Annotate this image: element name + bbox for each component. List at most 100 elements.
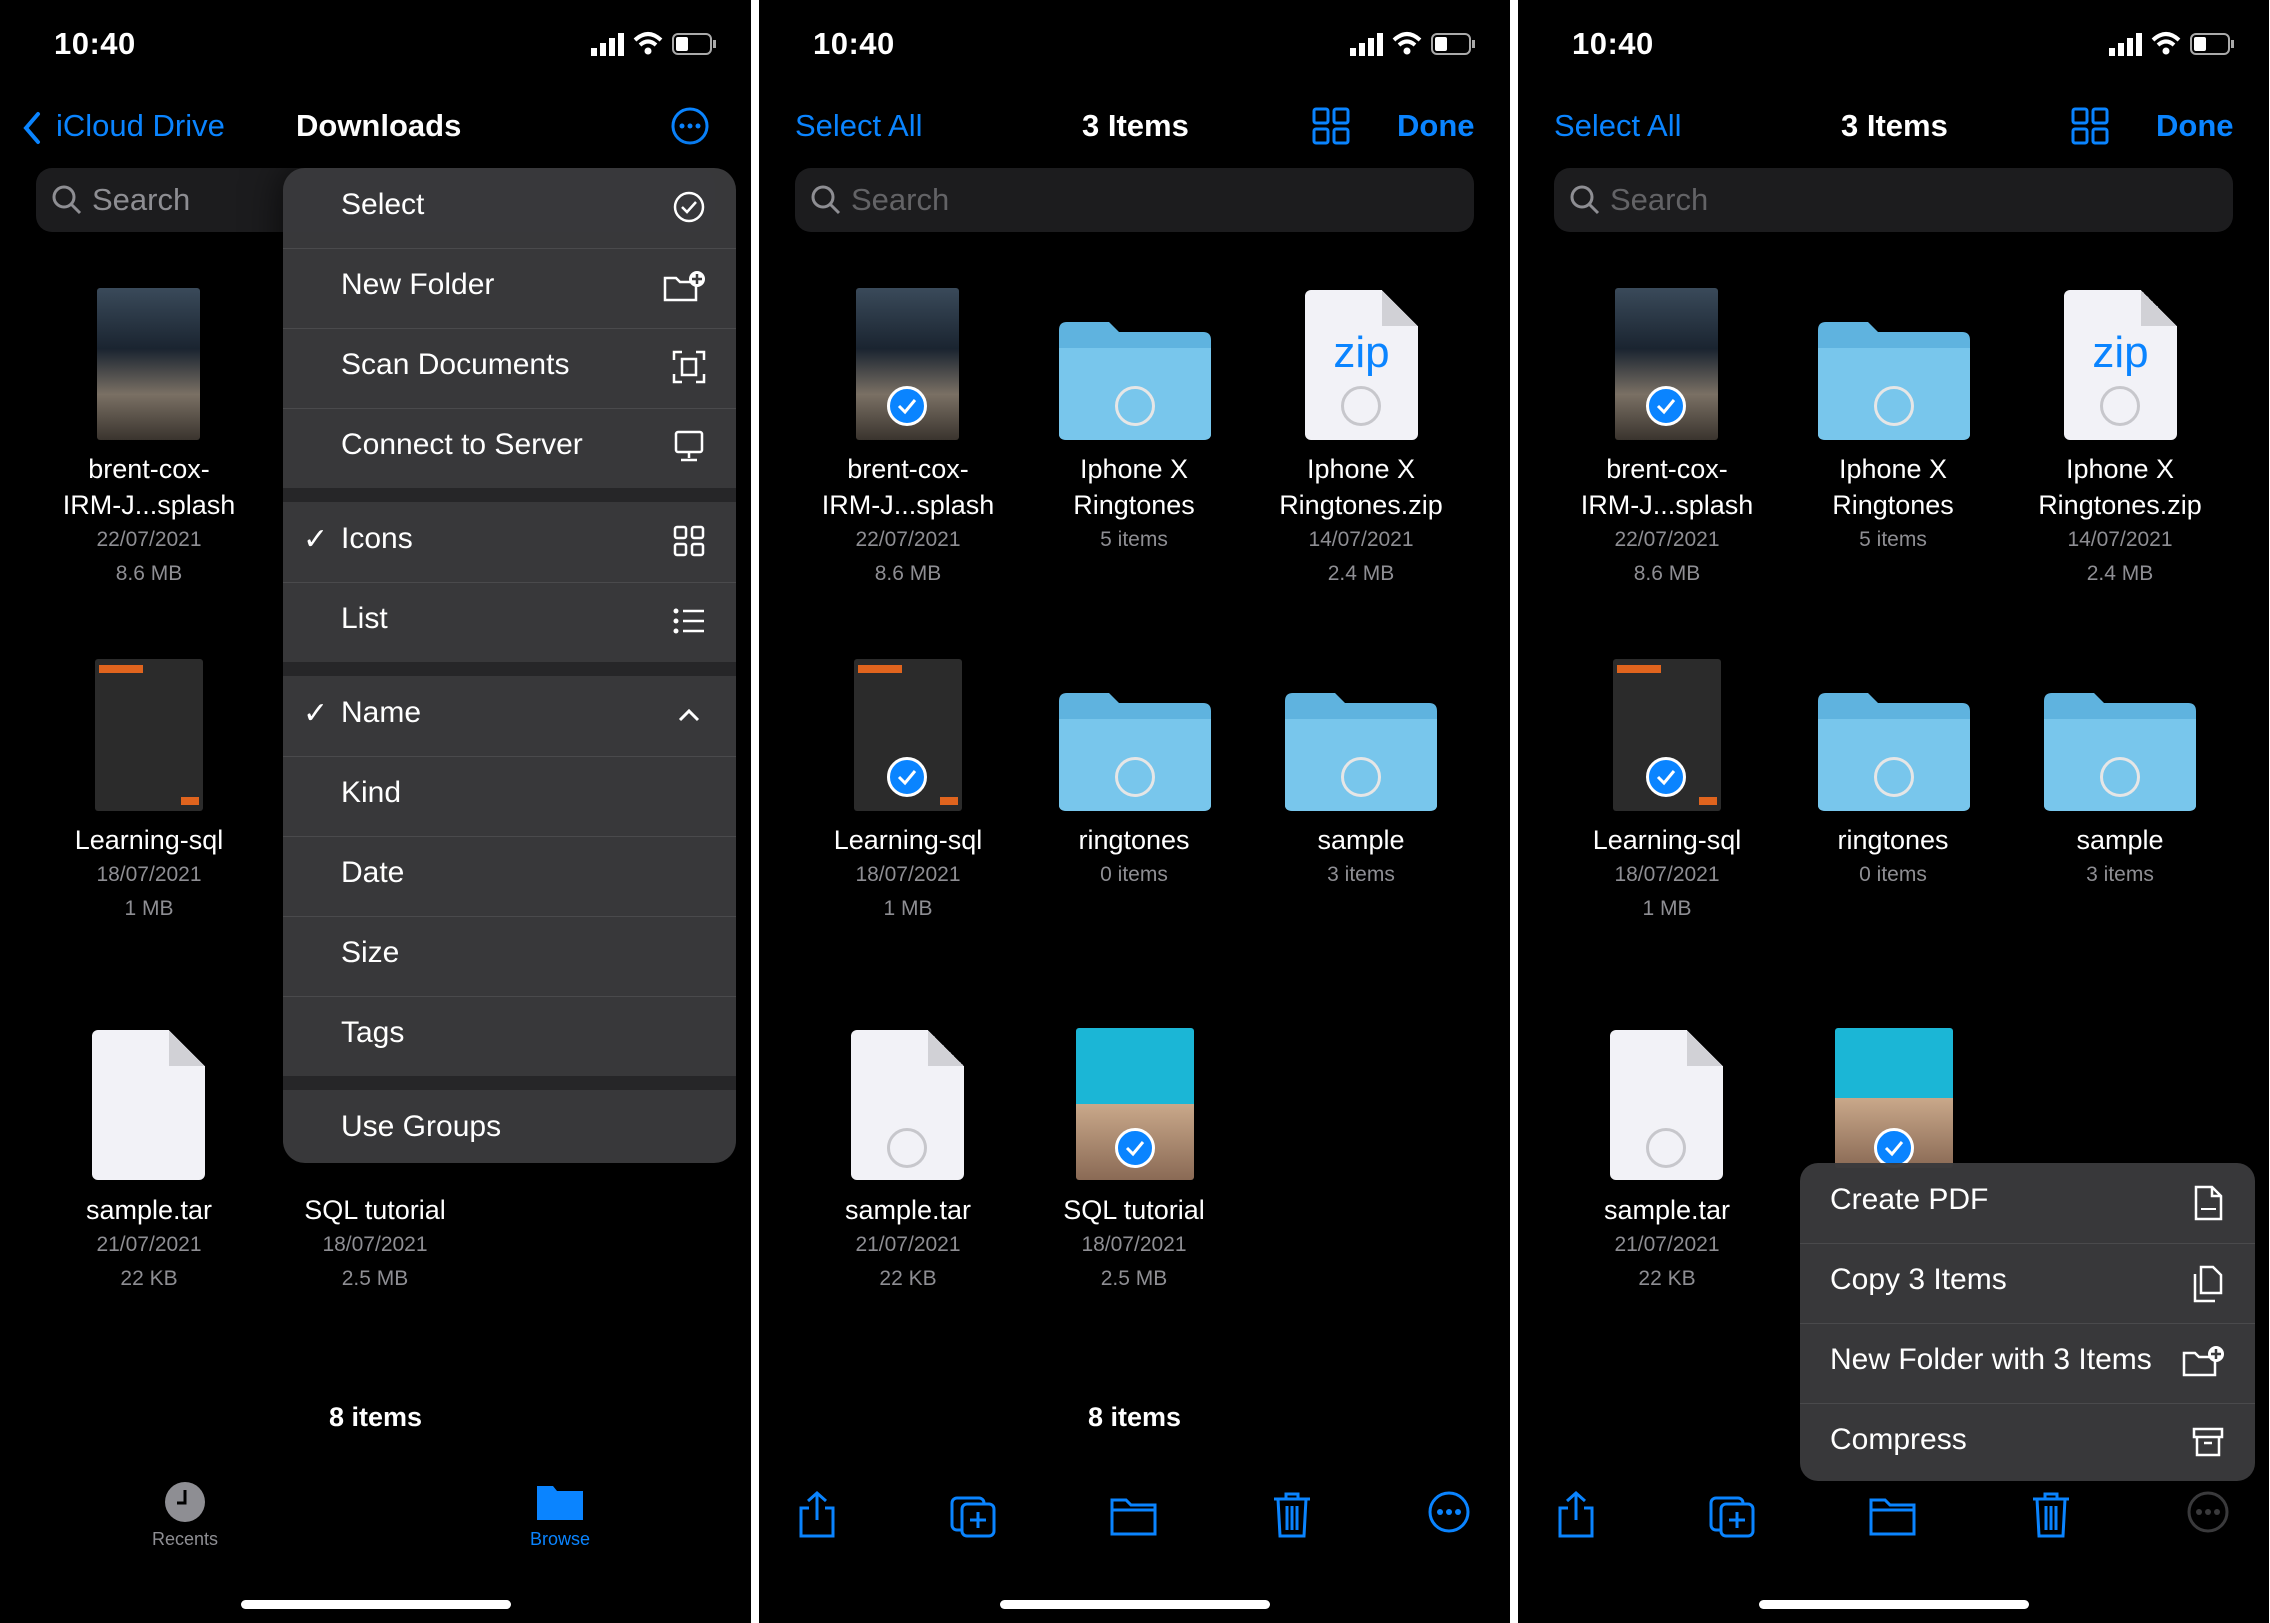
file-thumbnail-photo[interactable]: [97, 288, 200, 440]
menu-separator: [283, 662, 736, 676]
tab-recents[interactable]: Recents: [130, 1480, 240, 1550]
file-name: SQL tutorial: [1063, 1195, 1205, 1225]
duplicate-icon[interactable]: [1708, 1490, 1758, 1540]
file-date: 22/07/2021: [96, 528, 202, 551]
menu-item-create-pdf[interactable]: Create PDF: [1800, 1163, 2255, 1244]
folder-item-count: 0 items: [1859, 863, 1927, 886]
file-name: Iphone X: [1079, 454, 1189, 484]
file-date: 21/07/2021: [855, 1233, 961, 1256]
selected-checkmark[interactable]: [887, 386, 927, 426]
file-name: Ringtones.zip: [2038, 490, 2202, 520]
checkmark-circle-icon: [673, 191, 705, 223]
selected-checkmark[interactable]: [1646, 386, 1686, 426]
file-name: brent-cox-: [88, 454, 210, 484]
menu-item-new-folder-with-items[interactable]: New Folder with 3 Items: [1800, 1323, 2255, 1404]
selection-circle[interactable]: [2100, 757, 2140, 797]
menu-checkmark: ✓: [303, 697, 329, 730]
selection-circle[interactable]: [887, 1128, 927, 1168]
file-size: 2.5 MB: [341, 1267, 409, 1290]
done-button[interactable]: Done: [1397, 108, 1475, 144]
new-folder-icon: [663, 271, 705, 302]
tab-label: Recents: [151, 1529, 219, 1549]
more-options-icon[interactable]: [2186, 1490, 2230, 1534]
menu-item-sort-tags[interactable]: Tags: [283, 996, 736, 1076]
more-options-icon[interactable]: [670, 106, 710, 146]
grid-view-icon[interactable]: [2070, 106, 2110, 146]
menu-item-label: Tags: [341, 1016, 405, 1049]
selection-context-menu: Create PDF Copy 3 Items New Folder with …: [1800, 1163, 2255, 1481]
page-title: Downloads: [296, 108, 462, 143]
menu-checkmark: ✓: [303, 523, 329, 556]
menu-item-connect-to-server[interactable]: Connect to Server: [283, 408, 736, 489]
selection-circle[interactable]: [1115, 386, 1155, 426]
selection-circle[interactable]: [1115, 757, 1155, 797]
file-name: IRM-J...splash: [62, 490, 236, 520]
folder-item-count: 3 items: [1327, 863, 1395, 886]
menu-item-sort-kind[interactable]: Kind: [283, 756, 736, 837]
file-size: 22 KB: [1638, 1267, 1696, 1290]
done-button[interactable]: Done: [2156, 108, 2234, 144]
menu-item-label: Select: [341, 188, 425, 221]
share-icon[interactable]: [1555, 1490, 1597, 1540]
trash-icon[interactable]: [1271, 1490, 1313, 1540]
file-size: 1 MB: [883, 897, 933, 920]
more-options-icon[interactable]: [1427, 1490, 1471, 1534]
zip-label: zip: [2092, 328, 2149, 377]
duplicate-icon[interactable]: [949, 1490, 999, 1540]
tab-browse[interactable]: Browse: [505, 1480, 615, 1550]
back-button-icloud-drive[interactable]: iCloud Drive: [56, 108, 225, 144]
selection-circle[interactable]: [1874, 757, 1914, 797]
menu-item-scan-documents[interactable]: Scan Documents: [283, 328, 736, 409]
move-folder-icon[interactable]: [1868, 1490, 1918, 1540]
selected-checkmark[interactable]: [1646, 757, 1686, 797]
status-icons: [1350, 32, 1475, 56]
select-all-button[interactable]: Select All: [795, 108, 923, 144]
file-name: sample.tar: [1603, 1195, 1731, 1225]
menu-item-use-groups[interactable]: Use Groups: [283, 1090, 736, 1163]
selected-checkmark[interactable]: [1115, 1128, 1155, 1168]
trash-icon[interactable]: [2030, 1490, 2072, 1540]
file-thumbnail-book[interactable]: [95, 659, 203, 811]
chevron-up-icon: [678, 708, 700, 722]
menu-item-label: Use Groups: [341, 1110, 502, 1143]
status-time: 10:40: [1572, 26, 1654, 61]
file-name: Ringtones: [1832, 490, 1954, 520]
menu-item-label: Name: [341, 696, 422, 729]
menu-item-copy-items[interactable]: Copy 3 Items: [1800, 1243, 2255, 1324]
grid-view-icon[interactable]: [1311, 106, 1351, 146]
item-count: 8 items: [1087, 1402, 1182, 1432]
file-name: Learning-sql: [74, 825, 224, 855]
file-date: 21/07/2021: [1614, 1233, 1720, 1256]
file-date: 22/07/2021: [1614, 528, 1720, 551]
file-size: 1 MB: [1642, 897, 1692, 920]
selected-checkmark[interactable]: [1874, 1128, 1914, 1168]
selection-circle[interactable]: [1874, 386, 1914, 426]
menu-item-sort-name[interactable]: ✓ Name: [283, 676, 736, 757]
share-icon[interactable]: [796, 1490, 838, 1540]
menu-item-sort-date[interactable]: Date: [283, 836, 736, 917]
file-thumbnail-document[interactable]: [92, 1030, 205, 1180]
selection-circle[interactable]: [2100, 386, 2140, 426]
status-icons: [2109, 32, 2234, 56]
menu-item-list[interactable]: List: [283, 582, 736, 663]
move-folder-icon[interactable]: [1109, 1490, 1159, 1540]
menu-item-new-folder[interactable]: New Folder: [283, 248, 736, 329]
menu-item-icons[interactable]: ✓ Icons: [283, 502, 736, 583]
menu-item-compress[interactable]: Compress: [1800, 1403, 2255, 1481]
folder-icon: [537, 1486, 583, 1520]
selected-checkmark[interactable]: [887, 757, 927, 797]
home-indicator: [1759, 1600, 2029, 1609]
back-chevron-icon[interactable]: [20, 110, 44, 146]
menu-item-sort-size[interactable]: Size: [283, 916, 736, 997]
search-icon: [1570, 185, 1600, 215]
clock-icon: [165, 1482, 205, 1522]
search-field[interactable]: Search: [795, 168, 1474, 232]
file-name: Iphone X: [1838, 454, 1948, 484]
selection-circle[interactable]: [1646, 1128, 1686, 1168]
selection-circle[interactable]: [1341, 386, 1381, 426]
select-all-button[interactable]: Select All: [1554, 108, 1682, 144]
selection-circle[interactable]: [1341, 757, 1381, 797]
search-field[interactable]: Search: [1554, 168, 2233, 232]
file-name: brent-cox-: [847, 454, 969, 484]
menu-item-select[interactable]: Select: [283, 168, 736, 249]
